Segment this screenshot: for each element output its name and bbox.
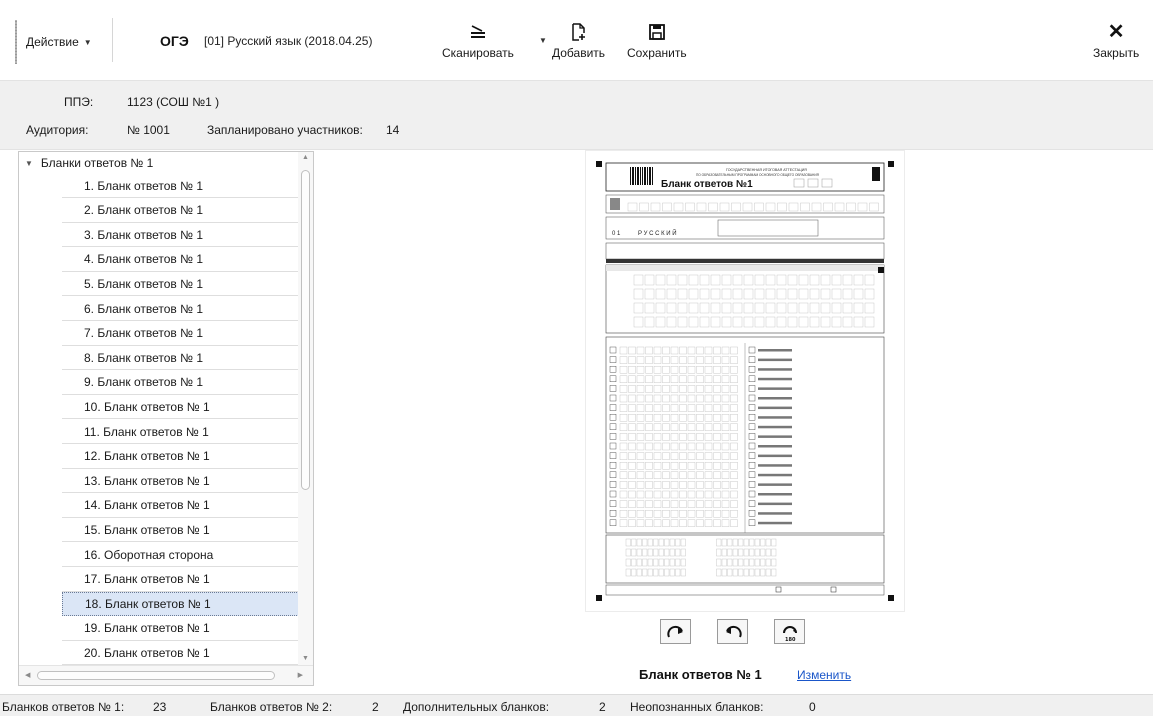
svg-text:180: 180	[785, 637, 796, 642]
form-subject-name: Р У С С К И Й	[638, 229, 677, 237]
form-subject-code: 0 1	[612, 231, 621, 237]
exam-code: ОГЭ	[160, 33, 189, 49]
scroll-up-icon[interactable]: ▲	[302, 154, 309, 161]
blanks-tree[interactable]: ▼ Бланки ответов № 1 1. Бланк ответов № …	[18, 151, 314, 686]
tree-item[interactable]: 15. Бланк ответов № 1	[62, 518, 299, 543]
toolbar: Действие ▼ ОГЭ [01] Русский язык (2018.0…	[0, 0, 1153, 80]
toolbar-separator	[112, 18, 113, 62]
rotate-counterclockwise-button[interactable]	[717, 619, 748, 644]
collapse-icon[interactable]: ▼	[25, 159, 33, 168]
tree-item[interactable]: 13. Бланк ответов № 1	[62, 469, 299, 494]
status-b1-value: 23	[153, 700, 167, 714]
scroll-right-icon[interactable]: ▶	[298, 671, 303, 679]
tree-root-label: Бланки ответов № 1	[40, 156, 154, 170]
rotate-clockwise-icon	[666, 625, 683, 637]
exam-name: [01] Русский язык (2018.04.25)	[204, 34, 373, 48]
add-button[interactable]: Добавить	[552, 22, 605, 60]
tree-item[interactable]: 11. Бланк ответов № 1	[62, 420, 299, 444]
vertical-scrollbar[interactable]: ▲ ▼	[298, 152, 313, 666]
ppe-value: 1123 (СОШ №1 )	[127, 95, 220, 109]
tree-item[interactable]: 4. Бланк ответов № 1	[62, 248, 299, 272]
svg-text:ПО ОБРАЗОВАТЕЛЬНЫМ ПРОГРАММАМ: ПО ОБРАЗОВАТЕЛЬНЫМ ПРОГРАММАМ ОСНОВНОГО …	[696, 173, 820, 177]
tree-item[interactable]: 3. Бланк ответов № 1	[62, 223, 299, 248]
status-extra-label: Дополнительных бланков:	[403, 700, 550, 714]
answer-form-image: ГОСУДАРСТВЕННАЯ ИТОГОВАЯ АТТЕСТАЦИЯ ПО О…	[586, 151, 904, 611]
rotate-clockwise-button[interactable]	[660, 619, 691, 644]
scan-dropdown-arrow-icon[interactable]: ▼	[539, 36, 547, 45]
horizontal-scrollbar[interactable]: ◀ ▶	[19, 665, 313, 685]
info-panel: ППЭ: 1123 (СОШ №1 ) Аудитория: № 1001 За…	[0, 80, 1153, 150]
planned-participants-value: 14	[386, 123, 400, 137]
svg-text:ГОСУДАРСТВЕННАЯ ИТОГОВАЯ АТТЕС: ГОСУДАРСТВЕННАЯ ИТОГОВАЯ АТТЕСТАЦИЯ	[726, 168, 807, 172]
form-title: Бланк ответов №1	[661, 179, 753, 190]
tree-item[interactable]: 2. Бланк ответов № 1	[62, 199, 299, 223]
chevron-down-icon: ▼	[83, 37, 92, 47]
add-label: Добавить	[552, 46, 606, 60]
save-label: Сохранить	[627, 46, 687, 60]
vertical-scroll-thumb[interactable]	[301, 170, 310, 490]
tree-item[interactable]: 9. Бланк ответов № 1	[62, 371, 299, 395]
save-button[interactable]: Сохранить	[627, 22, 687, 60]
status-bar: Бланков ответов № 1: 23 Бланков ответов …	[0, 694, 1153, 716]
change-blank-type-link[interactable]: Изменить	[797, 668, 851, 682]
tree-item[interactable]: 20. Бланк ответов № 1	[62, 641, 299, 666]
status-unknown-value: 0	[809, 700, 816, 714]
scanner-icon	[468, 22, 488, 42]
tree-item[interactable]: 18. Бланк ответов № 1	[62, 592, 299, 617]
tree-item[interactable]: 1. Бланк ответов № 1	[62, 174, 299, 198]
status-b2-label: Бланков ответов № 2:	[210, 700, 333, 714]
close-label: Закрыть	[1093, 46, 1140, 60]
blank-preview[interactable]: ГОСУДАРСТВЕННАЯ ИТОГОВАЯ АТТЕСТАЦИЯ ПО О…	[585, 150, 905, 612]
action-menu-label: Действие	[26, 35, 79, 49]
status-extra-value: 2	[599, 700, 606, 714]
tree-item[interactable]: 12. Бланк ответов № 1	[62, 445, 299, 469]
scroll-down-icon[interactable]: ▼	[302, 655, 309, 662]
tree-item[interactable]: 6. Бланк ответов № 1	[62, 297, 299, 321]
tree-item[interactable]: 10. Бланк ответов № 1	[62, 395, 299, 420]
status-unknown-label: Неопознанных бланков:	[630, 700, 764, 714]
tree-item[interactable]: 7. Бланк ответов № 1	[62, 322, 299, 346]
rotate-counterclockwise-icon	[725, 625, 742, 637]
scan-button[interactable]: Сканировать	[442, 22, 514, 60]
planned-participants-label: Запланировано участников:	[207, 123, 363, 137]
scroll-left-icon[interactable]: ◀	[25, 671, 30, 679]
scan-label: Сканировать	[442, 46, 514, 60]
ppe-label: ППЭ:	[64, 95, 94, 109]
auditorium-value: № 1001	[127, 123, 170, 137]
close-button[interactable]: ✕ Закрыть	[1093, 22, 1139, 60]
tree-item[interactable]: 5. Бланк ответов № 1	[62, 272, 299, 297]
action-menu-button[interactable]: Действие ▼	[26, 31, 92, 53]
tree-item[interactable]: 8. Бланк ответов № 1	[62, 346, 299, 371]
floppy-disk-icon	[647, 22, 667, 42]
close-icon: ✕	[1107, 21, 1125, 43]
rotate-toolbar: 180	[660, 619, 805, 644]
blank-type-label: Бланк ответов № 1	[639, 667, 762, 682]
rotate-180-button[interactable]: 180	[774, 619, 805, 644]
tree-item[interactable]: 17. Бланк ответов № 1	[62, 568, 299, 592]
add-document-icon	[569, 22, 589, 42]
status-b1-label: Бланков ответов № 1:	[2, 700, 125, 714]
horizontal-scroll-thumb[interactable]	[37, 671, 275, 680]
auditorium-label: Аудитория:	[26, 123, 89, 137]
tree-item[interactable]: 16. Оборотная сторона	[62, 543, 299, 567]
rotate-180-icon: 180	[782, 625, 797, 642]
toolbar-grip[interactable]	[15, 20, 17, 64]
tree-item[interactable]: 14. Бланк ответов № 1	[62, 494, 299, 518]
status-b2-value: 2	[372, 700, 379, 714]
tree-root-node[interactable]: ▼ Бланки ответов № 1	[19, 152, 301, 174]
tree-item[interactable]: 19. Бланк ответов № 1	[62, 617, 299, 641]
